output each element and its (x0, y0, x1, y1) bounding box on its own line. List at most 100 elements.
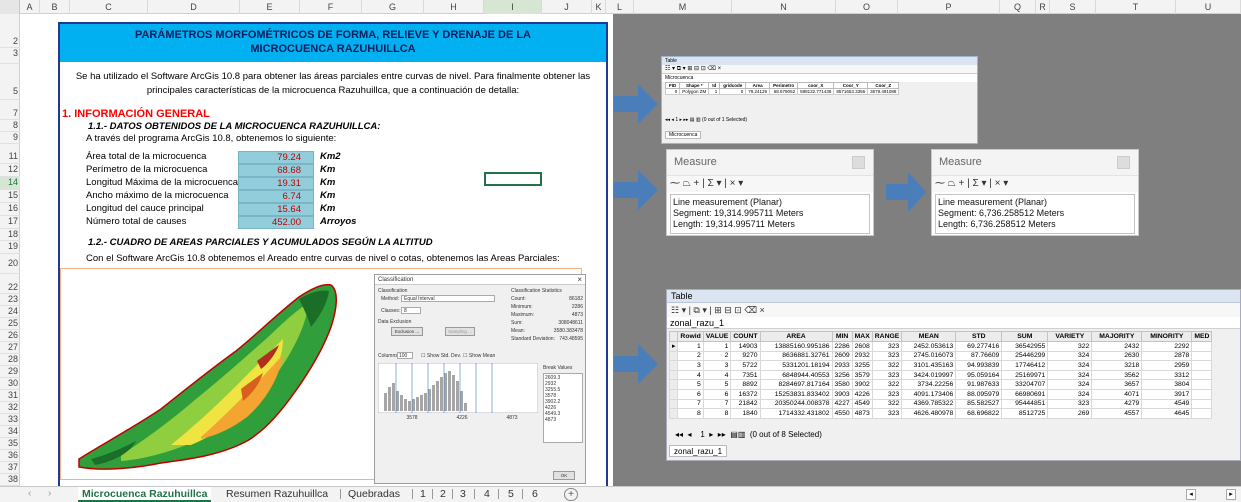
table-cell[interactable]: 3579 (851, 369, 873, 381)
row-selector[interactable] (668, 408, 679, 419)
record-number[interactable]: 1 (700, 430, 704, 439)
table-cell[interactable]: 3902 (851, 379, 873, 390)
table-cell[interactable]: 3255 (851, 360, 873, 371)
table-cell[interactable]: 588132.771436 (797, 88, 835, 95)
column-header[interactable]: K (592, 0, 606, 14)
table-cell[interactable]: 4873 (851, 408, 873, 419)
row-header[interactable]: 7 (0, 108, 20, 120)
close-icon[interactable] (852, 156, 865, 169)
row-header[interactable]: 15 (0, 190, 20, 203)
table-cell[interactable]: 13885160.995186 (759, 341, 833, 352)
row-selector[interactable] (668, 360, 679, 371)
column-header[interactable]: R (1036, 0, 1050, 14)
table-toolbar[interactable]: ☷ ▾ | ⧉ ▾ | ⊞ ⊟ ⊡ ⌫ × (667, 303, 1240, 317)
table-cell[interactable]: 6 (702, 388, 732, 400)
table-cell[interactable]: 323 (871, 350, 903, 362)
table-cell[interactable]: 3256 (831, 369, 853, 381)
table-row[interactable]: 8 8 1840 1714332.431802 4550 4873 323 4626.4809… (668, 408, 1213, 419)
table-tab[interactable]: zonal_razu_1 (669, 445, 728, 457)
table-cell[interactable]: 1840 (730, 408, 761, 419)
table-cell[interactable]: 4 (702, 369, 732, 381)
sheet-tab-2[interactable]: 2 (436, 487, 450, 502)
row-header[interactable]: 36 (0, 450, 20, 462)
table-cell[interactable]: 2933 (831, 360, 853, 371)
table-cell[interactable]: 8512725 (1001, 408, 1049, 419)
column-header[interactable]: L (606, 0, 634, 14)
param-value[interactable]: 6.74 (238, 190, 314, 203)
table-cell[interactable]: 2292 (1141, 341, 1193, 352)
row-header[interactable]: 19 (0, 241, 20, 254)
param-value[interactable]: 452.00 (238, 216, 314, 229)
row-header[interactable]: 2 (0, 36, 20, 48)
table-cell[interactable]: 2432 (1091, 341, 1143, 352)
table-cell[interactable]: 91.987633 (955, 379, 1003, 390)
row-header[interactable]: 16 (0, 203, 20, 216)
table-cell[interactable]: 8892 (730, 379, 761, 390)
row-header[interactable]: 20 (0, 258, 20, 274)
table-toolbar[interactable]: ☷ ▾ ⧉ ▾ ⊞ ⊟ ⊡ ⌫ × (662, 65, 977, 74)
sheet-tab-5[interactable]: 5 (504, 487, 518, 502)
method-select[interactable]: Equal Interval (401, 295, 495, 302)
table-cell[interactable]: 8636881.32761 (759, 350, 833, 362)
table-cell[interactable]: 6848944.40553 (759, 369, 833, 381)
table-cell[interactable]: 0 (664, 88, 681, 95)
col-header[interactable]: Perimetro (769, 82, 799, 89)
table-cell[interactable]: 5722 (730, 360, 761, 371)
break-values-list[interactable]: 2609.3 2932 3255.5 3578 3902.2 4226 4549… (543, 373, 583, 443)
table-cell[interactable]: 322 (1047, 341, 1093, 352)
sheet-tab-resumen-razuhuillca[interactable]: Resumen Razuhuillca (222, 487, 332, 502)
table-cell[interactable]: 323 (871, 388, 903, 400)
column-header[interactable]: G (362, 0, 424, 14)
table-cell[interactable]: 4226 (851, 388, 873, 400)
table-cell[interactable]: 3101.435163 (901, 360, 957, 371)
table-cell[interactable]: 94.993839 (955, 360, 1003, 371)
table-cell[interactable]: 8284697.817164 (759, 379, 833, 390)
table-tab[interactable]: Microcuenca (665, 131, 702, 139)
column-header[interactable]: D (148, 0, 240, 14)
row-header[interactable]: 3 (0, 48, 20, 64)
table-cell[interactable]: 3424.019997 (901, 369, 957, 381)
column-header[interactable]: Q (1000, 0, 1036, 14)
table-cell[interactable]: 1714332.431802 (759, 408, 833, 419)
col-header[interactable]: MIN (831, 331, 853, 342)
table-cell[interactable]: 2630 (1091, 350, 1143, 362)
break-values-panel[interactable]: Break Values 2609.3 2932 3255.5 3578 390… (543, 365, 583, 443)
row-header[interactable]: 25 (0, 318, 20, 330)
col-header[interactable] (668, 331, 679, 342)
table-cell[interactable]: 3679.491088 (867, 88, 900, 95)
zonal-attribute-table[interactable]: Rowid VALUE COUNT AREA MIN MAX RANGE MEA… (668, 331, 1213, 419)
table-cell[interactable]: 323 (871, 408, 903, 419)
table-cell[interactable]: 324 (1047, 360, 1093, 371)
table-cell[interactable]: 1 (708, 88, 721, 95)
row-selector[interactable] (668, 350, 679, 362)
table-cell[interactable]: 324 (1047, 379, 1093, 390)
table-cell[interactable]: 3 (702, 360, 732, 371)
table-cell[interactable]: 2 (677, 350, 704, 362)
col-header[interactable]: COUNT (730, 331, 761, 342)
row-header[interactable]: 8 (0, 120, 20, 132)
table-cell[interactable] (1191, 408, 1213, 419)
table-cell[interactable]: 8 (677, 408, 704, 419)
column-header[interactable]: T (1096, 0, 1176, 14)
table-cell[interactable]: 17746412 (1001, 360, 1049, 371)
col-header[interactable]: VARIETY (1047, 331, 1093, 342)
scroll-right-icon[interactable]: › (48, 488, 51, 499)
add-sheet-button[interactable]: + (564, 488, 578, 501)
param-value[interactable]: 19.31 (238, 177, 314, 190)
col-header[interactable]: VALUE (702, 331, 732, 342)
row-header[interactable]: 9 (0, 132, 20, 144)
hscroll-left-icon[interactable]: ◂ (1186, 489, 1196, 500)
zonal-table-window[interactable]: Table ☷ ▾ | ⧉ ▾ | ⊞ ⊟ ⊡ ⌫ × zonal_razu_1… (666, 289, 1241, 461)
table-cell[interactable]: 4549 (851, 398, 873, 410)
table-cell[interactable]: 2745.016073 (901, 350, 957, 362)
table-cell[interactable]: 322 (871, 379, 903, 390)
row-header[interactable]: 31 (0, 390, 20, 402)
row-selector[interactable] (668, 388, 679, 400)
table-row[interactable]: 7 7 21842 20350244.008378 4227 4549 322 4369.78… (668, 398, 1213, 410)
row-header[interactable]: 5 (0, 86, 20, 100)
column-header[interactable]: E (240, 0, 300, 14)
table-cell[interactable]: 7351 (730, 369, 761, 381)
break-value[interactable]: 4873 (545, 417, 581, 423)
table-cell[interactable]: 3917 (1141, 388, 1193, 400)
col-header[interactable]: gridcode (719, 82, 747, 89)
